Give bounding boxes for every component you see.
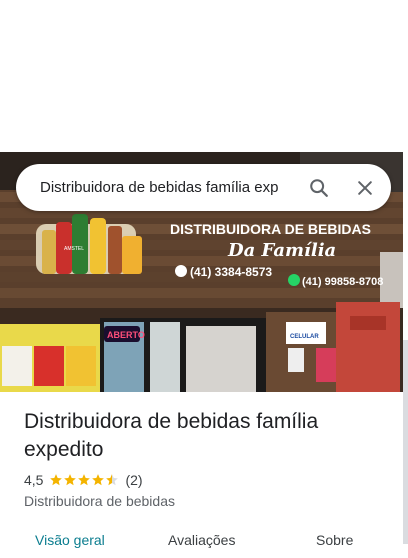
star-icon xyxy=(106,474,119,486)
star-icon xyxy=(50,474,63,486)
search-input[interactable]: Distribuidora de bebidas família exp xyxy=(40,164,304,211)
rating-value: 4,5 xyxy=(24,472,44,488)
scrollbar[interactable] xyxy=(403,340,408,544)
tab-about[interactable]: Sobre xyxy=(316,532,353,548)
star-icon xyxy=(92,474,105,486)
rating-stars xyxy=(49,473,119,487)
search-bar[interactable]: Distribuidora de bebidas família exp xyxy=(16,164,391,211)
side-sign: CELULAR xyxy=(290,334,319,340)
tab-overview[interactable]: Visão geral xyxy=(35,532,105,548)
review-count[interactable]: (2) xyxy=(125,472,142,488)
place-title: Distribuidora de bebidas família expedit… xyxy=(24,410,319,461)
close-icon xyxy=(358,181,372,195)
place-tabs: Visão geral Avaliações Sobre xyxy=(0,528,408,558)
star-icon xyxy=(64,474,77,486)
sign-phone-1: (41) 3384-8573 xyxy=(190,265,272,279)
star-icon xyxy=(78,474,91,486)
sign-title: DISTRIBUIDORA DE BEBIDAS xyxy=(170,221,371,237)
tab-reviews[interactable]: Avaliações xyxy=(168,532,235,548)
neon-sign: ABERTO xyxy=(107,330,145,340)
sign-phone-2: (41) 99858-8708 xyxy=(302,276,383,288)
rating-row[interactable]: 4,5 (2) xyxy=(24,471,143,489)
search-icon xyxy=(310,179,328,197)
clear-search-button[interactable] xyxy=(349,172,381,204)
search-button[interactable] xyxy=(303,172,335,204)
beer-label: AMSTEL xyxy=(64,246,84,252)
sign-subtitle: Da Família xyxy=(227,240,336,261)
place-category[interactable]: Distribuidora de bebidas xyxy=(24,493,175,509)
